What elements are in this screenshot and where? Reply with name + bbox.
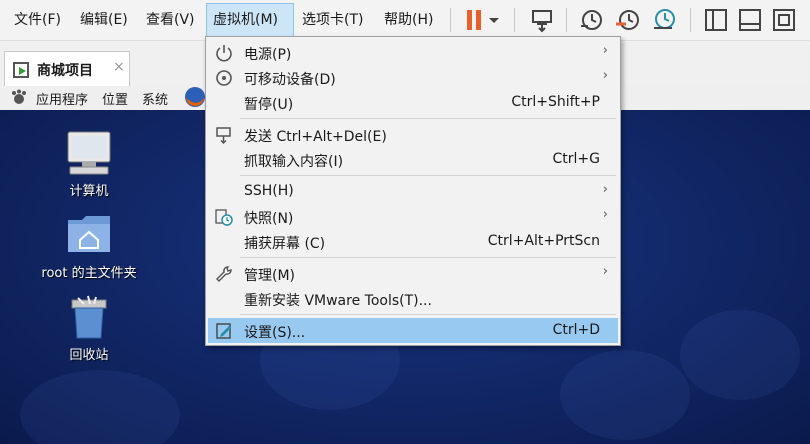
tab-label: 商城项目 bbox=[37, 63, 93, 79]
snapshot-icon bbox=[215, 209, 233, 226]
menu-item-label: 重新安装 VMware Tools(T)... bbox=[244, 293, 432, 309]
send-ctrl-alt-del-icon[interactable] bbox=[528, 6, 556, 34]
chevron-right-icon: › bbox=[602, 43, 608, 58]
home-folder-icon bbox=[68, 216, 110, 252]
menu-file[interactable]: 文件(F) bbox=[8, 3, 67, 37]
toolbar-separator bbox=[690, 8, 691, 32]
desktop-icon-label: 回收站 bbox=[69, 348, 109, 363]
power-icon bbox=[216, 45, 232, 62]
menu-item-label: 暂停(U) bbox=[244, 97, 294, 113]
menu-separator bbox=[240, 118, 616, 119]
chevron-right-icon: › bbox=[602, 182, 608, 197]
menu-help[interactable]: 帮助(H) bbox=[378, 3, 439, 37]
chevron-right-icon: › bbox=[602, 264, 608, 279]
menu-separator bbox=[240, 257, 616, 258]
menu-item-shortcut: Ctrl+G bbox=[552, 151, 601, 167]
menu-item-shortcut: Ctrl+D bbox=[552, 322, 600, 338]
menu-view[interactable]: 查看(V) bbox=[140, 3, 201, 37]
fullscreen-icon[interactable] bbox=[770, 6, 798, 34]
tab-vm[interactable]: 商城项目 × bbox=[4, 51, 130, 87]
menu-item-capture-screen[interactable]: 捕获屏幕 (C) Ctrl+Alt+PrtScn bbox=[208, 229, 618, 254]
desktop-icon-computer[interactable]: 计算机 bbox=[34, 130, 144, 200]
menu-item-label: 可移动设备(D) bbox=[244, 72, 336, 88]
places-menu[interactable]: 位置 bbox=[102, 89, 128, 108]
menu-tabs[interactable]: 选项卡(T) bbox=[296, 3, 369, 37]
menu-item-label: 抓取输入内容(I) bbox=[244, 154, 344, 170]
vm-tab-icon bbox=[13, 62, 29, 78]
menu-bar: 文件(F) 编辑(E) 查看(V) 虚拟机(M) 选项卡(T) 帮助(H) bbox=[0, 0, 810, 40]
toolbar-separator bbox=[450, 8, 451, 32]
send-keys-icon bbox=[216, 127, 231, 145]
menu-item-snapshot[interactable]: 快照(N) › bbox=[208, 204, 618, 229]
pause-icon[interactable] bbox=[460, 6, 488, 34]
menu-item-label: 快照(N) bbox=[244, 211, 294, 227]
toolbar-separator bbox=[566, 8, 567, 32]
gnome-foot-icon bbox=[12, 89, 26, 104]
menu-item-label: 设置(S)... bbox=[244, 325, 306, 341]
menu-item-label: SSH(H) bbox=[244, 183, 294, 199]
dropdown-arrow-icon[interactable] bbox=[486, 6, 502, 34]
desktop-icon-label: root 的主文件夹 bbox=[41, 266, 137, 281]
toolbar-separator bbox=[514, 8, 515, 32]
menu-item-label: 发送 Ctrl+Alt+Del(E) bbox=[244, 129, 387, 145]
menu-item-pause[interactable]: 暂停(U) Ctrl+Shift+P bbox=[208, 90, 618, 115]
snapshot-manager-icon[interactable] bbox=[650, 6, 678, 34]
menu-item-manage[interactable]: 管理(M) › bbox=[208, 261, 618, 286]
menu-item-settings[interactable]: 设置(S)... Ctrl+D bbox=[208, 318, 618, 343]
menu-item-power[interactable]: 电源(P) › bbox=[208, 40, 618, 65]
desktop-icon-home[interactable]: root 的主文件夹 bbox=[34, 212, 144, 282]
vm-menu-dropdown: 电源(P) › 可移动设备(D) › 暂停(U) Ctrl+Shift+P 发送… bbox=[205, 36, 621, 346]
menu-item-label: 捕获屏幕 (C) bbox=[244, 236, 326, 252]
firefox-icon[interactable] bbox=[184, 86, 206, 108]
menu-item-reinstall-vmware-tools[interactable]: 重新安装 VMware Tools(T)... bbox=[208, 286, 618, 311]
menu-item-label: 电源(P) bbox=[244, 47, 292, 63]
menu-item-grab-input[interactable]: 抓取输入内容(I) Ctrl+G bbox=[208, 147, 618, 172]
desktop-icon-trash[interactable]: 回收站 bbox=[34, 294, 144, 364]
removable-device-icon bbox=[216, 70, 232, 86]
chevron-right-icon: › bbox=[602, 68, 608, 83]
console-icon[interactable] bbox=[736, 6, 764, 34]
menu-item-removable-devices[interactable]: 可移动设备(D) › bbox=[208, 65, 618, 90]
menu-edit[interactable]: 编辑(E) bbox=[74, 3, 134, 37]
menu-separator bbox=[240, 175, 616, 176]
menu-item-shortcut: Ctrl+Alt+PrtScn bbox=[487, 233, 600, 249]
computer-icon bbox=[67, 131, 111, 175]
revert-snapshot-icon[interactable] bbox=[614, 6, 642, 34]
snapshot-icon[interactable] bbox=[578, 6, 606, 34]
menu-item-send-ctrl-alt-del[interactable]: 发送 Ctrl+Alt+Del(E) bbox=[208, 122, 618, 147]
menu-item-ssh[interactable]: SSH(H) › bbox=[208, 179, 618, 204]
close-icon[interactable]: × bbox=[113, 59, 125, 75]
chevron-right-icon: › bbox=[602, 207, 608, 222]
menu-vm[interactable]: 虚拟机(M) bbox=[206, 3, 294, 37]
desktop-icon-label: 计算机 bbox=[69, 184, 109, 199]
settings-icon bbox=[216, 323, 231, 339]
trash-icon bbox=[71, 295, 107, 339]
sidebar-icon[interactable] bbox=[702, 6, 730, 34]
menu-item-label: 管理(M) bbox=[244, 268, 296, 284]
system-menu[interactable]: 系统 bbox=[142, 89, 168, 108]
menu-item-shortcut: Ctrl+Shift+P bbox=[511, 94, 600, 110]
menu-separator bbox=[240, 314, 616, 315]
applications-menu[interactable]: 应用程序 bbox=[36, 89, 88, 108]
wrench-icon bbox=[216, 266, 232, 282]
